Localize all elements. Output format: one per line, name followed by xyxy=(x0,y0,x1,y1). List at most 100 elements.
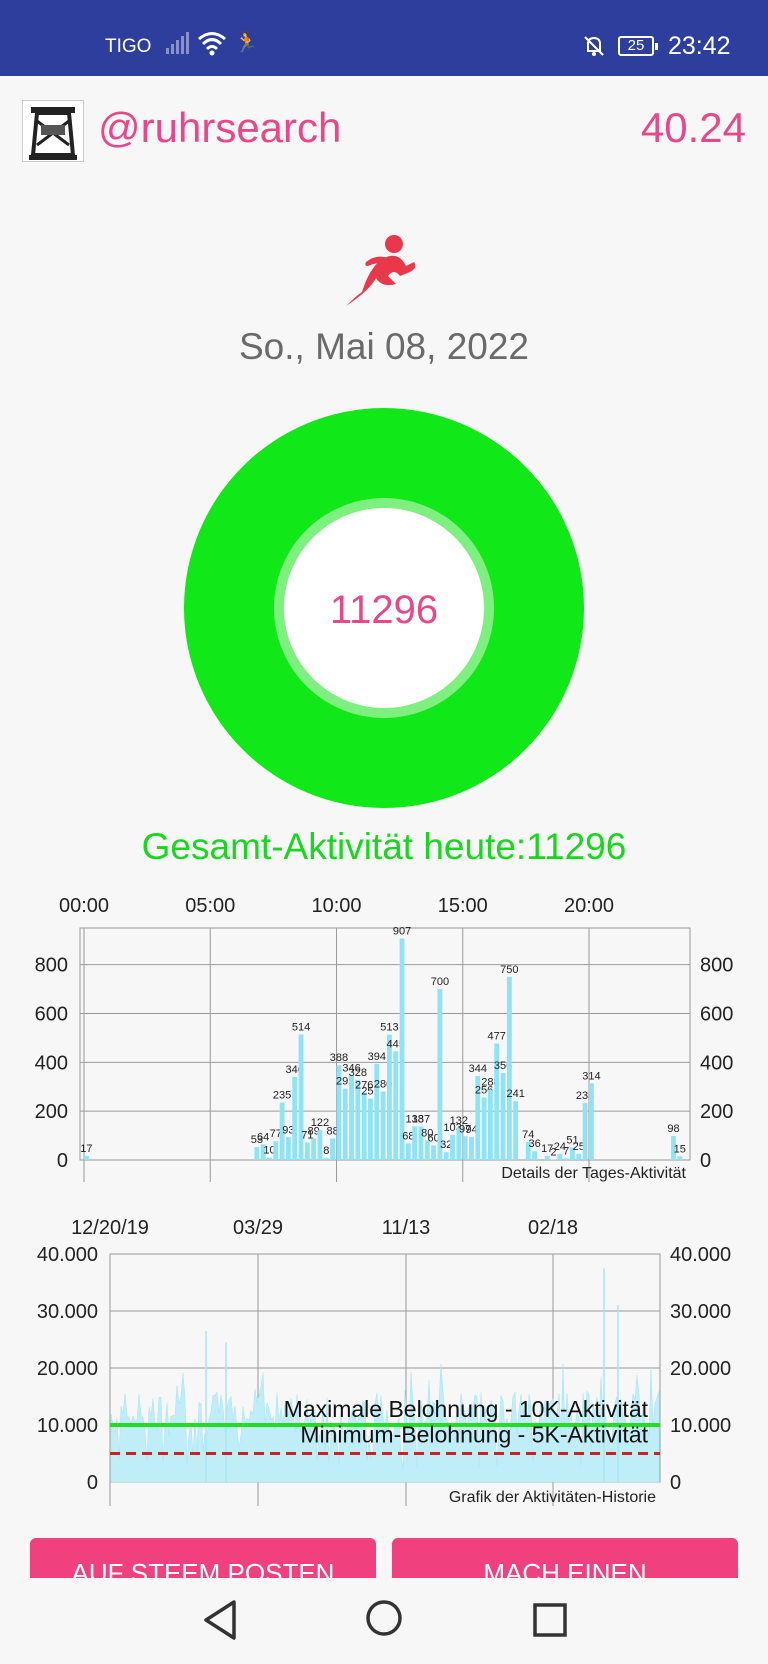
avatar[interactable] xyxy=(22,100,84,162)
bar xyxy=(412,1126,418,1160)
status-bar: TIGO 🏃 25 23:42 xyxy=(0,0,768,76)
bar-value-label: 15 xyxy=(674,1143,686,1155)
y-tick-label-right: 200 xyxy=(700,1101,733,1123)
bar-value-label: 477 xyxy=(488,1031,506,1043)
x-tick-label: 03/29 xyxy=(233,1217,283,1239)
bar-value-label: 700 xyxy=(431,976,449,988)
make-one-button[interactable]: MACH EINEN xyxy=(392,1538,738,1578)
bar-value-label: 235 xyxy=(273,1090,291,1102)
bar xyxy=(380,1091,386,1160)
y-tick-label-right: 600 xyxy=(700,1003,733,1025)
y-tick-label: 40.000 xyxy=(37,1244,98,1266)
steps-count: 11296 xyxy=(329,588,439,632)
bar xyxy=(342,1088,348,1160)
y-tick-label-right: 40.000 xyxy=(670,1244,731,1266)
bar xyxy=(481,1097,487,1160)
y-tick-label: 800 xyxy=(35,955,68,977)
daily-activity-chart: 0 0 200 200 400 400 600 600 800 800 00:00 05:00 10:0… xyxy=(35,895,733,1182)
home-icon[interactable] xyxy=(364,1596,404,1640)
battery-indicator: 25 xyxy=(618,36,658,56)
bar xyxy=(582,1103,588,1160)
y-tick-label-right: 10.000 xyxy=(670,1415,731,1437)
profile-header: @ruhrsearch 40.24 xyxy=(0,76,768,186)
bar xyxy=(330,1138,335,1160)
bar xyxy=(405,1143,411,1160)
balance-value: 40.24 xyxy=(640,104,746,151)
bar xyxy=(393,1051,399,1160)
bar xyxy=(488,1089,493,1160)
bar xyxy=(513,1101,519,1160)
bar xyxy=(576,1153,582,1160)
y-tick-label-right: 400 xyxy=(700,1052,733,1074)
y-tick-label-right: 20.000 xyxy=(670,1358,731,1380)
bar-value-label: 8 xyxy=(323,1145,329,1157)
bar xyxy=(551,1159,556,1161)
bar xyxy=(500,1073,506,1160)
signal-icon xyxy=(166,32,189,54)
bar xyxy=(254,1147,260,1160)
bar xyxy=(368,1098,373,1160)
y-tick-label-right: 0 xyxy=(700,1150,711,1172)
bar-value-label: 514 xyxy=(292,1021,310,1033)
y-tick-label: 30.000 xyxy=(37,1301,98,1323)
activity-date: So., Mai 08, 2022 xyxy=(238,326,530,367)
total-activity-label: Gesamt-Aktivität heute:11296 xyxy=(141,826,627,867)
status-clock: 23:42 xyxy=(668,32,731,60)
bar xyxy=(361,1092,367,1160)
bar xyxy=(349,1075,354,1160)
bar-value-label: 314 xyxy=(582,1070,600,1082)
steps-ring: 11296 xyxy=(184,408,584,808)
back-icon[interactable] xyxy=(200,1598,240,1642)
bar xyxy=(557,1154,563,1160)
x-tick-label: 12/20/19 xyxy=(71,1217,149,1239)
bar xyxy=(267,1157,272,1160)
bar-value-label: 7 xyxy=(563,1145,569,1157)
mine-tower-icon xyxy=(23,101,83,161)
bar xyxy=(462,1136,468,1160)
runner-icon xyxy=(346,235,416,306)
bar xyxy=(304,1142,310,1160)
y-tick-label: 600 xyxy=(35,1003,68,1025)
y-tick-label-right: 0 xyxy=(670,1472,681,1494)
wifi-icon xyxy=(198,32,226,56)
bar xyxy=(311,1138,317,1160)
y-tick-label: 400 xyxy=(35,1052,68,1074)
y-tick-label: 10.000 xyxy=(37,1415,98,1437)
carrier-name: TIGO xyxy=(105,36,152,57)
bar-value-label: 344 xyxy=(469,1063,487,1075)
bar-value-label: 328 xyxy=(349,1067,367,1079)
bar-value-label: 36 xyxy=(528,1138,540,1150)
bar xyxy=(450,1134,455,1160)
bar xyxy=(532,1151,537,1160)
bar-value-label: 64 xyxy=(257,1131,269,1143)
bar xyxy=(506,976,512,1160)
bar xyxy=(563,1158,569,1160)
bar xyxy=(399,938,405,1160)
x-tick-label: 02/18 xyxy=(528,1217,578,1239)
bar xyxy=(323,1158,329,1160)
bar-value-label: 750 xyxy=(500,964,518,976)
bar-value-label: 98 xyxy=(667,1123,679,1135)
x-tick-label: 15:00 xyxy=(438,895,488,917)
bar xyxy=(437,989,443,1160)
chart-caption: Grafik der Aktivitäten-Historie xyxy=(449,1489,656,1506)
bar xyxy=(273,1141,279,1160)
x-tick-label: 05:00 xyxy=(185,895,235,917)
x-tick-label: 10:00 xyxy=(311,895,361,917)
bar xyxy=(544,1155,550,1160)
y-tick-label: 20.000 xyxy=(37,1358,98,1380)
recents-icon[interactable] xyxy=(530,1598,570,1642)
bar-value-label: 907 xyxy=(393,926,411,938)
bar xyxy=(355,1079,361,1160)
bar-value-label: 394 xyxy=(368,1051,386,1063)
bar xyxy=(286,1137,291,1160)
username[interactable]: @ruhrsearch xyxy=(98,104,341,152)
x-tick-label: 11/13 xyxy=(382,1217,431,1239)
activity-history-chart: 0 0 10.000 10.000 20.000 20.000 30.000 30.000 40… xyxy=(37,1217,731,1506)
bell-off-icon xyxy=(584,36,604,56)
bar xyxy=(84,1155,89,1160)
y-tick-label-right: 800 xyxy=(700,955,733,977)
y-tick-label: 0 xyxy=(57,1150,68,1172)
post-to-steem-button[interactable]: AUF STEEM POSTEN xyxy=(30,1538,376,1578)
bar xyxy=(292,1076,298,1160)
